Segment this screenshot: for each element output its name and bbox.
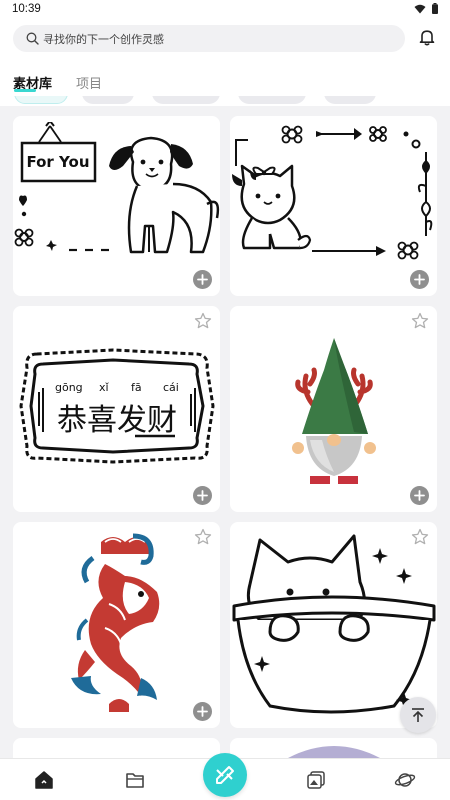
bell-icon[interactable] [418, 28, 436, 46]
material-card[interactable]: gōng xǐ fā cái 恭喜发财 [13, 306, 220, 512]
material-grid: For You gōng xǐ fā cái 恭喜发财 [0, 106, 450, 758]
material-card[interactable] [13, 738, 220, 758]
gnome-sticker [292, 338, 376, 484]
home-icon [35, 771, 53, 789]
battery-icon [432, 3, 438, 14]
search-bar[interactable]: 寻找你的下一个创作灵感 [13, 25, 405, 52]
top-bar: 寻找你的下一个创作灵感 [0, 20, 450, 62]
cat-flower-frame-sticker [232, 125, 433, 260]
pinyin-fa: fā [131, 381, 142, 394]
for-you-dog-sticker: For You [14, 122, 220, 254]
add-icon [414, 274, 425, 285]
category-chip[interactable] [152, 96, 220, 104]
star-icon[interactable] [411, 312, 429, 330]
bottom-nav [0, 753, 450, 800]
create-icon [216, 766, 234, 784]
category-chips [0, 96, 450, 106]
add-button[interactable] [193, 486, 212, 505]
partial-sticker-preview [288, 746, 380, 758]
pinyin-gong: gōng [55, 381, 83, 394]
status-icons [414, 3, 438, 14]
add-button[interactable] [410, 486, 429, 505]
search-icon [26, 32, 39, 45]
koi-fish-sticker [71, 533, 160, 712]
star-icon[interactable] [194, 312, 212, 330]
add-icon [197, 274, 208, 285]
pinyin-xi: xǐ [99, 381, 110, 394]
material-card[interactable] [230, 116, 437, 296]
category-chip[interactable] [82, 96, 134, 104]
tab-active-indicator [14, 89, 36, 92]
scroll-to-top-button[interactable] [400, 697, 436, 733]
category-chip[interactable] [324, 96, 376, 104]
add-icon [414, 490, 425, 501]
category-chip[interactable] [14, 96, 68, 104]
nav-files[interactable] [124, 769, 146, 791]
add-icon [197, 706, 208, 717]
add-button[interactable] [193, 702, 212, 721]
pinyin-cai: cái [163, 381, 179, 394]
status-bar: 10:39 [0, 0, 450, 20]
gongxi-facai-sticker: gōng xǐ fā cái 恭喜发财 [19, 348, 215, 464]
material-card[interactable]: For You [13, 116, 220, 296]
cat-in-bowl-sticker [232, 534, 436, 714]
add-button[interactable] [193, 270, 212, 289]
app-screen: 10:39 寻找你的下一个创作灵感 素材库 项目 For You gōng xǐ… [0, 0, 450, 800]
nav-create-button[interactable] [203, 753, 247, 797]
wifi-icon [414, 4, 426, 13]
add-button[interactable] [410, 270, 429, 289]
folder-icon [126, 773, 144, 788]
status-time: 10:39 [12, 3, 41, 15]
material-card[interactable] [230, 738, 437, 758]
search-placeholder: 寻找你的下一个创作灵感 [43, 32, 164, 46]
tab-bar: 素材库 项目 [0, 62, 450, 96]
category-chip[interactable] [238, 96, 306, 104]
sign-text: For You [26, 153, 89, 171]
greeting-text: 恭喜发财 [57, 403, 177, 438]
material-card[interactable] [230, 306, 437, 512]
gallery-icon [307, 771, 325, 789]
material-card[interactable] [13, 522, 220, 728]
nav-home[interactable] [33, 769, 55, 791]
add-icon [197, 490, 208, 501]
material-card[interactable] [230, 522, 437, 728]
nav-explore[interactable] [394, 769, 416, 791]
tab-projects[interactable]: 项目 [76, 73, 102, 92]
planet-icon [394, 773, 416, 787]
nav-gallery[interactable] [305, 769, 327, 791]
scroll-to-top-icon [412, 708, 424, 722]
